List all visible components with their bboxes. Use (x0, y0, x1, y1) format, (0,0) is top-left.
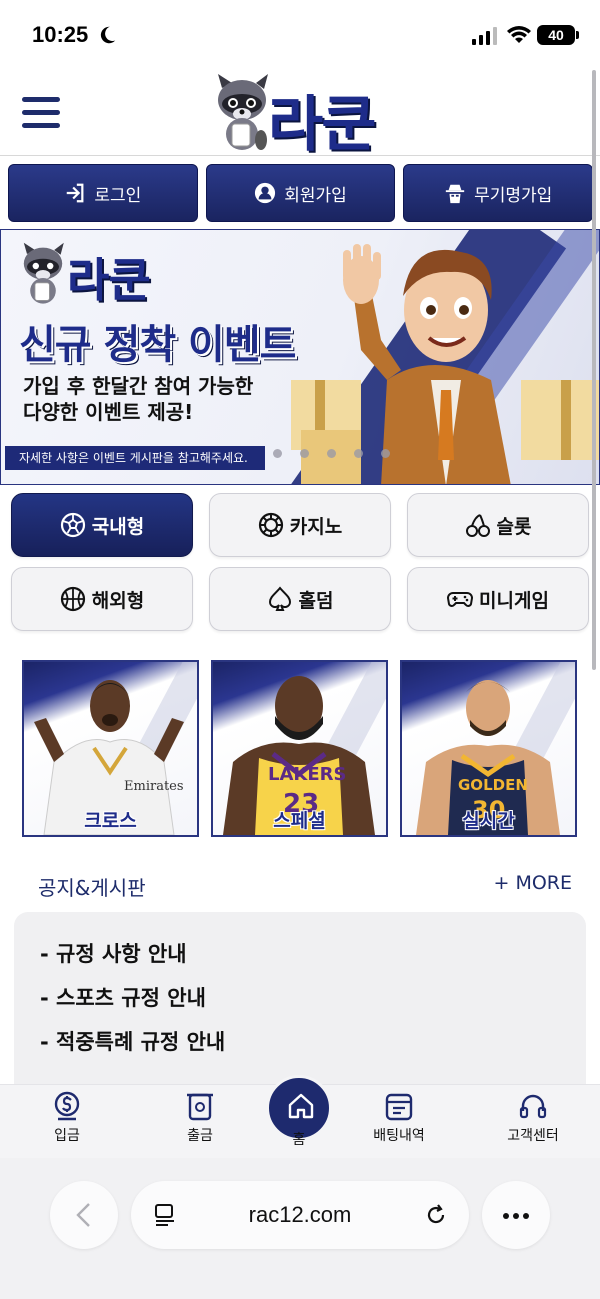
banner-subtitle: 다양한 이벤트 제공! (23, 400, 194, 424)
nav-label: 출금 (187, 1128, 213, 1144)
status-bar: 10:25 40 (0, 0, 600, 70)
category-label: 해외형 (91, 589, 145, 612)
game-cards: Emirates 크로스 LAKERS 23 스페셜 GOLDEN 30 실시간 (22, 660, 578, 837)
category-minigame[interactable]: 미니게임 (407, 567, 589, 631)
nav-bet-history[interactable]: 배팅내역 (354, 1091, 444, 1145)
battery-nub (576, 31, 579, 39)
url-text: rac12.com (248, 1202, 352, 1227)
category-label: 미니게임 (479, 589, 549, 612)
raccoon-mascot-icon (23, 242, 64, 304)
card-label: 실시간 (462, 810, 515, 832)
browser-back-button[interactable] (50, 1181, 118, 1249)
nav-deposit[interactable]: 입금 (22, 1091, 112, 1145)
nav-label: 입금 (54, 1128, 80, 1144)
reload-icon[interactable] (423, 1202, 449, 1228)
anon-signup-button[interactable]: 무기명가입 (403, 164, 594, 222)
svg-text:LAKERS: LAKERS (268, 764, 346, 785)
auth-buttons: 로그인 회원가입 무기명가입 (8, 164, 594, 222)
notice-title: 공지&게시판 (38, 876, 146, 900)
basketball-icon (60, 586, 85, 612)
chevron-left-icon (76, 1203, 90, 1227)
banner-logo: 라쿤 (19, 242, 179, 312)
signup-button[interactable]: 회원가입 (205, 164, 396, 222)
cherry-icon (465, 514, 490, 537)
category-label: 홀덤 (298, 589, 334, 612)
site-header: 라쿤 (0, 70, 600, 160)
category-slot[interactable]: 슬롯 (407, 493, 589, 557)
card-live[interactable]: GOLDEN 30 실시간 (400, 660, 577, 837)
home-icon (288, 1093, 314, 1119)
category-domestic[interactable]: 국내형 (11, 493, 193, 557)
login-icon (67, 183, 84, 203)
banner-note: 자세한 사항은 이벤트 게시판을 참고해주세요. (5, 446, 265, 470)
card-label: 스페셜 (273, 810, 326, 832)
svg-text:Emirates: Emirates (124, 779, 184, 794)
category-label: 국내형 (91, 515, 145, 538)
nav-home-label: 홈 (292, 1132, 306, 1148)
dollar-coin-icon (54, 1091, 80, 1121)
event-banner[interactable]: 라쿤 신규 정착 이벤트 가입 후 한달간 참여 가능한 다양한 이벤트 제공!… (0, 229, 600, 485)
spy-icon (445, 184, 465, 204)
cartoon-man-illustration (291, 244, 599, 484)
card-label: 크로스 (84, 810, 137, 832)
gamepad-icon (447, 592, 474, 607)
menu-icon[interactable] (22, 97, 60, 129)
browser-more-button[interactable] (482, 1181, 550, 1249)
headset-icon (519, 1094, 547, 1119)
address-bar[interactable]: rac12.com (131, 1181, 469, 1249)
carousel-dots[interactable] (273, 449, 390, 458)
notice-header: 공지&게시판 + MORE (38, 870, 572, 900)
category-grid: 국내형 카지노 슬롯 해외형 홀덤 미니게임 (11, 493, 589, 631)
login-label: 로그인 (94, 185, 142, 206)
logo-text: 라쿤 (268, 90, 376, 160)
nav-label: 고객센터 (507, 1128, 559, 1144)
wifi-icon (507, 26, 531, 43)
anon-signup-label: 무기명가입 (474, 185, 553, 206)
status-time: 10:25 (32, 22, 89, 47)
banner-logo-text: 라쿤 (67, 253, 151, 307)
signup-label: 회원가입 (284, 185, 347, 206)
nav-withdraw[interactable]: 출금 (155, 1091, 245, 1145)
moon-icon (100, 26, 116, 44)
category-casino[interactable]: 카지노 (209, 493, 391, 557)
notice-item[interactable]: - 스포츠 규정 안내 (40, 982, 586, 1026)
casino-chip-icon (258, 512, 283, 538)
svg-text:GOLDEN: GOLDEN (458, 776, 528, 794)
more-link[interactable]: + MORE (493, 872, 572, 894)
battery-indicator: 40 (537, 25, 575, 45)
card-cross[interactable]: Emirates 크로스 (22, 660, 199, 837)
banner-subtitle: 가입 후 한달간 참여 가능한 (23, 374, 254, 398)
category-label: 카지노 (289, 515, 343, 538)
atm-icon (187, 1093, 213, 1121)
site-logo[interactable]: 라쿤 (212, 74, 392, 160)
spade-icon (268, 586, 291, 611)
login-button[interactable]: 로그인 (8, 164, 198, 222)
soccer-ball-icon (60, 512, 85, 538)
bottom-nav: 입금 출금 홈 배팅내역 고객센터 (0, 1075, 600, 1158)
signal-icon (472, 27, 497, 45)
category-overseas[interactable]: 해외형 (11, 567, 193, 631)
raccoon-mascot-icon (218, 74, 268, 150)
notice-item[interactable]: - 적중특례 규정 안내 (40, 1026, 586, 1070)
receipt-icon (385, 1093, 413, 1121)
category-holdem[interactable]: 홀덤 (209, 567, 391, 631)
banner-title: 신규 정착 이벤트 (19, 322, 296, 368)
category-label: 슬롯 (496, 515, 532, 538)
nav-label: 배팅내역 (373, 1128, 425, 1144)
user-circle-icon (255, 182, 276, 204)
card-special[interactable]: LAKERS 23 스페셜 (211, 660, 388, 837)
notice-item[interactable]: - 규정 사항 안내 (40, 938, 586, 982)
browser-toolbar: rac12.com (0, 1158, 600, 1299)
nav-support[interactable]: 고객센터 (488, 1091, 578, 1145)
scrollbar[interactable] (592, 70, 596, 670)
